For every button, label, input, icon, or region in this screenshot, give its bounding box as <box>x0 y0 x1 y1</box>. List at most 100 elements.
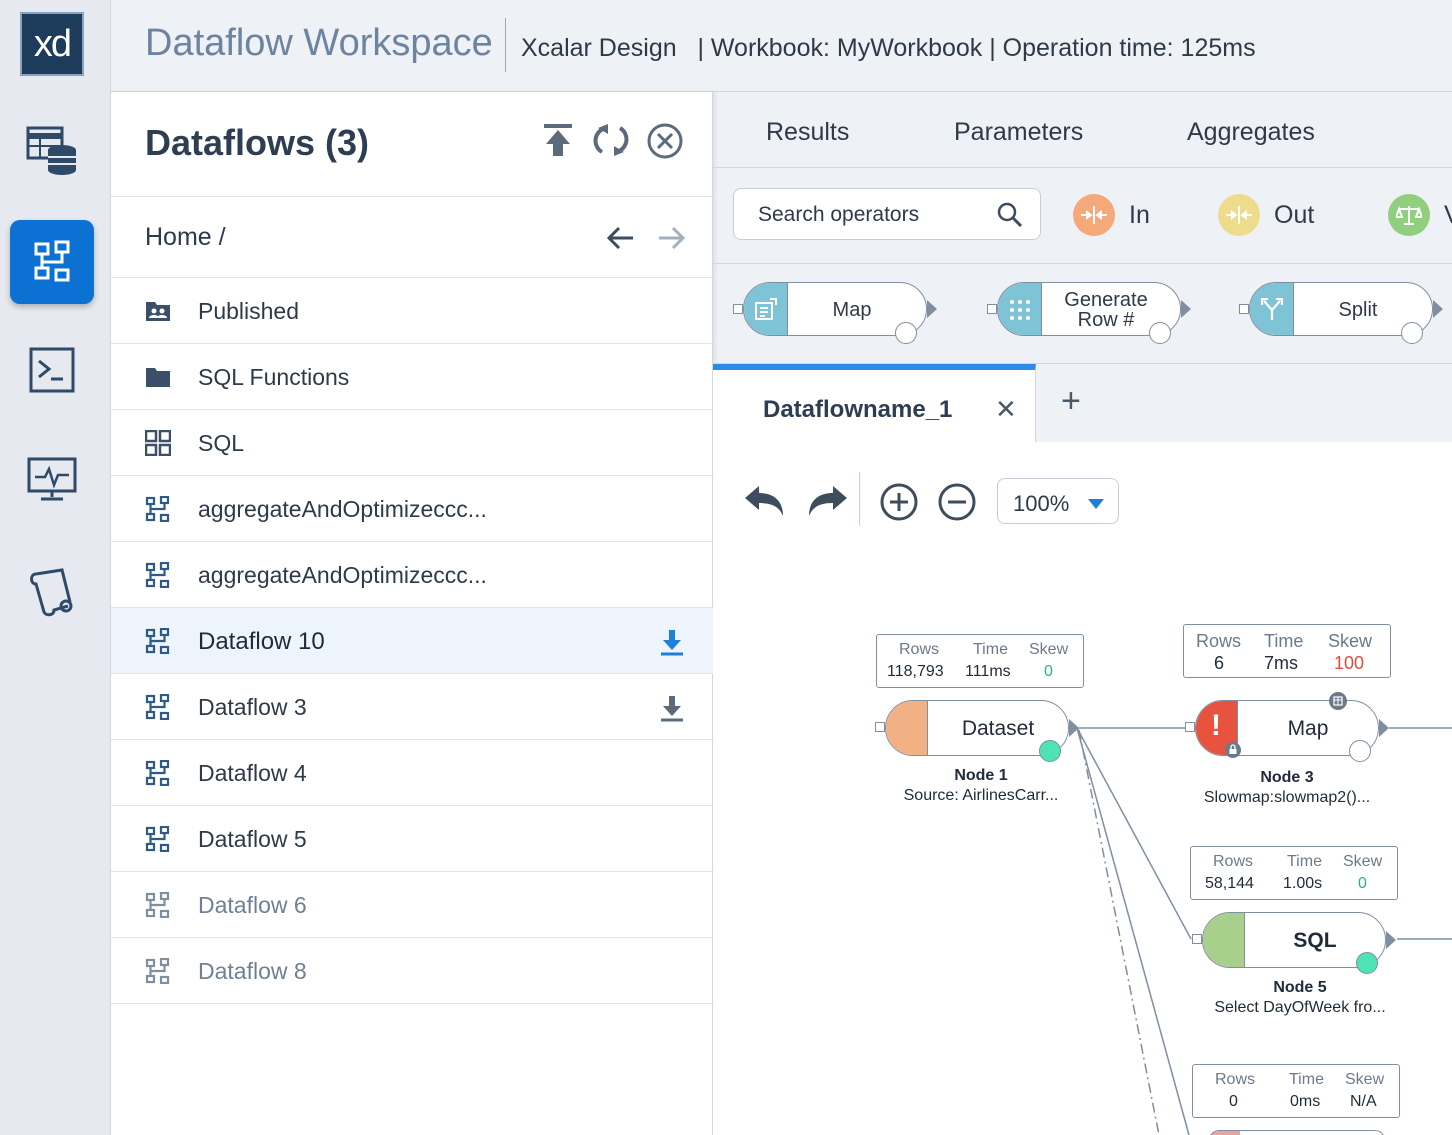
refresh-icon[interactable] <box>592 122 630 158</box>
node-input-port <box>1192 934 1202 944</box>
breadcrumb[interactable]: Home / <box>145 223 226 252</box>
dataflow-icon <box>145 958 170 984</box>
operator-input-port <box>1239 304 1249 314</box>
stat-header: Rows <box>899 641 940 658</box>
table-badge-icon <box>1329 692 1347 710</box>
operator-strip: Map Generate Row # Split <box>713 264 1452 364</box>
list-item-dataflow[interactable]: Dataflow 6 <box>111 872 713 938</box>
node-output-port <box>1039 740 1061 762</box>
forward-arrow-icon[interactable] <box>657 225 687 251</box>
tab-aggregates[interactable]: Aggregates <box>1187 118 1315 147</box>
tab-parameters[interactable]: Parameters <box>954 118 1083 147</box>
stat-header: Time <box>973 641 1008 658</box>
node-subtitle: Source: AirlinesCarr... <box>903 787 1059 804</box>
download-icon[interactable] <box>659 694 685 722</box>
operator-output-port <box>1149 322 1171 344</box>
dataflow-tab-bar: Dataflowname_1 ✕ + <box>713 364 1452 442</box>
node-output-port <box>1349 740 1371 762</box>
list-item-label: Dataflow 10 <box>198 628 325 655</box>
node-title: Node 3 <box>1260 769 1314 786</box>
dataflow-canvas[interactable]: 100% Rows Time Skew 118,793 111ms 0 Data… <box>713 442 1452 1135</box>
header-divider <box>505 18 506 72</box>
close-tab-icon[interactable]: ✕ <box>995 394 1017 425</box>
in-category-icon <box>1073 194 1115 236</box>
category-in[interactable]: In <box>1073 194 1150 236</box>
node-subtitle: Slowmap:slowmap2()... <box>1203 789 1371 806</box>
list-item-dataflow-selected[interactable]: Dataflow 10 <box>111 608 713 674</box>
node-title: Node 5 <box>1273 979 1327 996</box>
stat-value: 118,793 <box>887 663 944 680</box>
dataflow-icon <box>145 628 170 654</box>
node-output-arrow <box>1386 931 1396 949</box>
monitor-nav-button[interactable] <box>10 438 94 522</box>
add-tab-button[interactable]: + <box>1061 382 1081 421</box>
node-stats: Rows Time Skew 6 7ms 100 <box>1183 624 1391 678</box>
dataflow-panel: Dataflows (3) Home / Published SQL Funct… <box>111 92 713 1135</box>
list-item-dataflow[interactable]: aggregateAndOptimizeccc... <box>111 476 713 542</box>
dataflow-tab[interactable]: Dataflowname_1 ✕ <box>713 364 1036 442</box>
logo-text: xd <box>33 22 72 65</box>
node-caption: Node 1 Source: AirlinesCarr... <box>861 766 1101 806</box>
list-item-sql[interactable]: SQL <box>111 410 713 476</box>
node-dataset[interactable]: Dataset <box>875 700 1079 762</box>
tab-results[interactable]: Results <box>766 118 849 147</box>
stat-value: 0 <box>1358 875 1367 892</box>
dataflow-icon <box>145 892 170 918</box>
node-partial[interactable] <box>1209 1130 1385 1135</box>
upload-icon[interactable] <box>540 122 576 158</box>
edge <box>1076 727 1192 940</box>
category-value[interactable]: V <box>1388 194 1452 236</box>
stat-value: 0 <box>1229 1093 1238 1110</box>
scroll-icon <box>30 568 73 617</box>
category-out[interactable]: Out <box>1218 194 1314 236</box>
list-item-dataflow[interactable]: Dataflow 8 <box>111 938 713 1004</box>
list-item-sql-functions[interactable]: SQL Functions <box>111 344 713 410</box>
dataflow-icon <box>145 826 170 852</box>
close-circle-icon[interactable] <box>646 122 684 160</box>
list-item-label: aggregateAndOptimizeccc... <box>198 562 487 588</box>
operator-generate-row[interactable]: Generate Row # <box>987 282 1197 344</box>
datasets-nav-button[interactable] <box>10 108 94 192</box>
list-item-label: aggregateAndOptimizeccc... <box>198 496 487 522</box>
stat-header: Skew <box>1328 631 1373 651</box>
stat-header: Time <box>1289 1071 1324 1088</box>
operator-output-arrow <box>1181 300 1191 318</box>
search-icon <box>997 202 1023 228</box>
dataflow-nav-button[interactable] <box>10 220 94 304</box>
list-item-label: Dataflow 5 <box>198 826 307 852</box>
list-item-dataflow[interactable]: Dataflow 5 <box>111 806 713 872</box>
node-title: Node 1 <box>954 767 1008 784</box>
node-sql[interactable]: SQL <box>1192 912 1396 974</box>
list-item-label: Dataflow 6 <box>198 892 307 918</box>
operator-output-port <box>895 322 917 344</box>
download-icon[interactable] <box>659 628 685 656</box>
node-color-tag <box>1210 1131 1240 1135</box>
node-output-port <box>1356 952 1378 974</box>
shared-folder-icon <box>146 302 170 321</box>
operator-map[interactable]: Map <box>733 282 943 344</box>
dataflow-icon <box>34 240 70 282</box>
monitor-icon <box>27 457 77 501</box>
panel-title: Dataflows (3) <box>145 122 370 163</box>
terminal-icon <box>29 347 75 393</box>
list-item-published[interactable]: Published <box>111 278 713 344</box>
list-item-dataflow[interactable]: aggregateAndOptimizeccc... <box>111 542 713 608</box>
map-op-icon <box>744 283 788 335</box>
sql-editor-nav-button[interactable] <box>10 328 94 412</box>
list-item-dataflow[interactable]: Dataflow 4 <box>111 740 713 806</box>
operator-split[interactable]: Split <box>1239 282 1449 344</box>
operator-search[interactable]: Search operators <box>733 188 1041 240</box>
stat-header: Skew <box>1343 853 1383 870</box>
workspace-title: Dataflow Workspace <box>145 22 493 64</box>
node-caption: Node 3 Slowmap:slowmap2()... <box>1167 768 1407 808</box>
back-arrow-icon[interactable] <box>605 225 635 251</box>
list-item-dataflow[interactable]: Dataflow 3 <box>111 674 713 740</box>
dataflow-tab-name: Dataflowname_1 <box>763 396 953 423</box>
node-map[interactable]: ! Map <box>1185 692 1389 762</box>
lock-icon <box>1225 742 1241 758</box>
scroll-nav-button[interactable] <box>10 550 94 634</box>
stat-value: 1.00s <box>1283 875 1323 892</box>
split-op-icon <box>1250 283 1294 335</box>
grid-dots-op-icon <box>998 283 1042 335</box>
dataflow-icon <box>145 562 170 588</box>
